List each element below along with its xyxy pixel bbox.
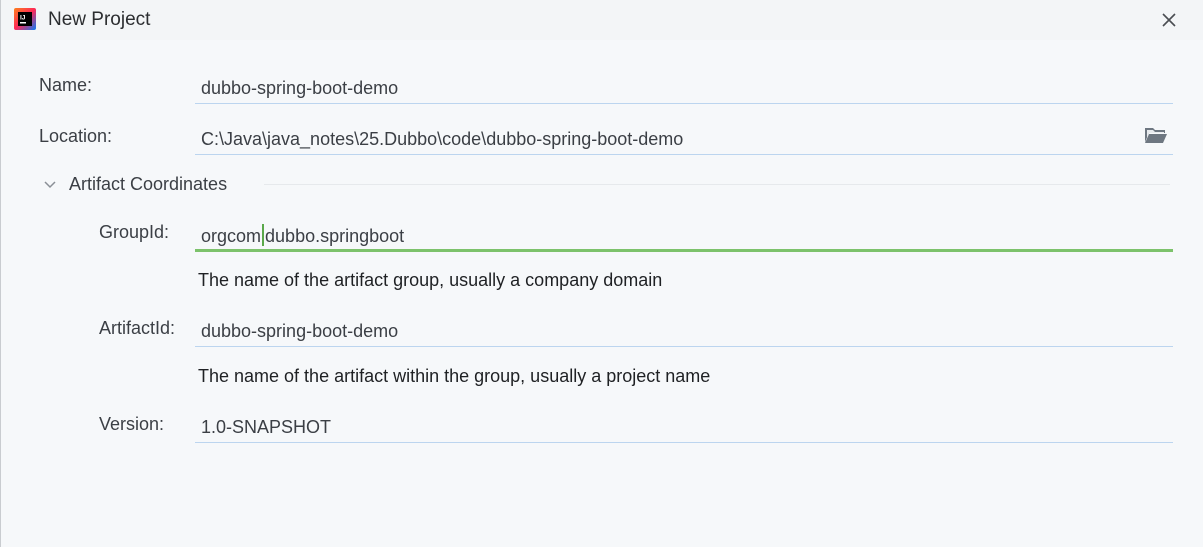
title-bar: IJ New Project: [1, 0, 1203, 40]
name-label: Name:: [39, 75, 93, 95]
browse-location-button[interactable]: [1144, 125, 1168, 145]
text-caret: [262, 224, 265, 246]
close-button[interactable]: [1157, 8, 1181, 32]
artifactid-label: ArtifactId:: [99, 318, 176, 338]
groupid-text-before-caret: orgcom: [201, 226, 262, 246]
groupid-field[interactable]: orgcom dubbo.springboot: [195, 217, 1173, 252]
artifact-coordinates-title[interactable]: Artifact Coordinates: [69, 173, 227, 195]
window-title: New Project: [48, 9, 151, 30]
close-icon: [1162, 13, 1176, 27]
groupid-hint: The name of the artifact group, usually …: [198, 270, 663, 290]
location-field-value: C:\Java\java_notes\25.Dubbo\code\dubbo-s…: [201, 129, 684, 149]
artifactid-hint: The name of the artifact within the grou…: [198, 366, 711, 386]
artifactid-field-value: dubbo-spring-boot-demo: [201, 321, 399, 341]
artifact-coordinates-toggle[interactable]: [41, 174, 59, 194]
artifactid-field[interactable]: dubbo-spring-boot-demo: [195, 313, 1173, 347]
folder-icon: [1145, 128, 1167, 143]
version-label: Version:: [99, 414, 165, 434]
name-field[interactable]: dubbo-spring-boot-demo: [195, 70, 1173, 104]
location-label: Location:: [39, 126, 113, 146]
version-field-value: 1.0-SNAPSHOT: [201, 417, 332, 437]
chevron-down-icon: [44, 181, 56, 189]
groupid-field-value: orgcom dubbo.springboot: [201, 224, 404, 247]
section-divider: [264, 184, 1170, 185]
groupid-label: GroupId:: [99, 222, 170, 242]
groupid-text-after-caret: dubbo.springboot: [265, 226, 405, 246]
location-field[interactable]: C:\Java\java_notes\25.Dubbo\code\dubbo-s…: [195, 121, 1173, 155]
svg-text:IJ: IJ: [20, 15, 26, 22]
new-project-dialog: IJ New Project Name: dubbo-spring-boot-d…: [0, 0, 1203, 547]
intellij-idea-icon: IJ: [14, 8, 36, 30]
version-field[interactable]: 1.0-SNAPSHOT: [195, 409, 1173, 443]
name-field-value: dubbo-spring-boot-demo: [201, 78, 399, 98]
